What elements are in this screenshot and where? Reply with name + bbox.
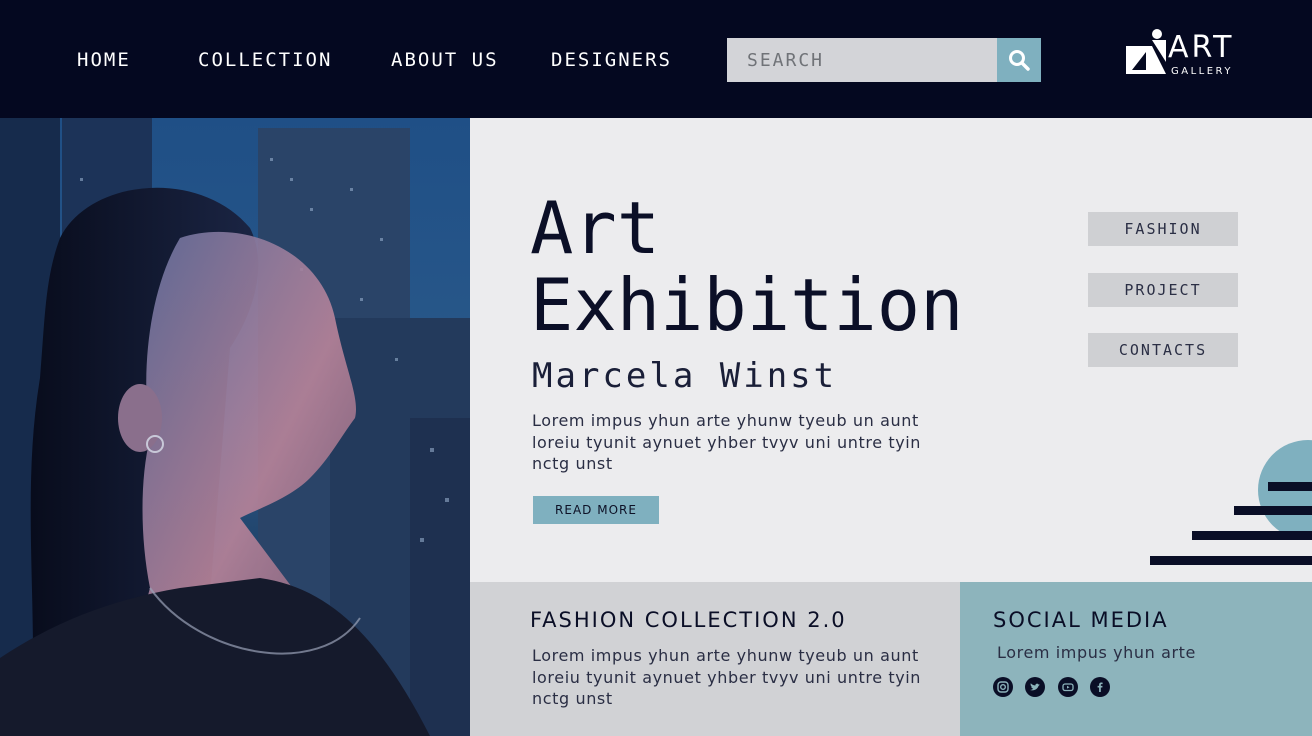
side-menu-project[interactable]: PROJECT [1088, 273, 1238, 307]
decorative-line [1268, 482, 1312, 491]
search-icon [1009, 50, 1030, 71]
fashion-collection-title: FASHION COLLECTION 2.0 [530, 608, 847, 632]
twitter-icon[interactable] [1025, 677, 1045, 697]
hero-title: Art Exhibition [530, 190, 963, 344]
logo-text: ART [1168, 30, 1235, 65]
decorative-line [1192, 531, 1312, 540]
hero-title-line-1: Art [530, 186, 661, 270]
facebook-icon[interactable] [1090, 677, 1110, 697]
logo-subtext: GALLERY [1171, 66, 1233, 77]
social-media-description: Lorem impus yhun arte [997, 643, 1196, 662]
nav-designers[interactable]: DESIGNERS [551, 49, 672, 71]
fashion-collection-description: Lorem impus yhun arte yhunw tyeub un aun… [532, 646, 922, 708]
instagram-icon[interactable] [993, 677, 1013, 697]
nav-about-us[interactable]: ABOUT US [391, 49, 499, 71]
social-media-title: SOCIAL MEDIA [993, 608, 1169, 632]
decorative-line [1234, 506, 1312, 515]
nav-home[interactable]: HOME [77, 49, 131, 71]
hero-title-line-2: Exhibition [530, 263, 964, 347]
search-input[interactable] [727, 38, 997, 82]
side-menu-contacts[interactable]: CONTACTS [1088, 333, 1238, 367]
search-button[interactable] [997, 38, 1041, 82]
top-navigation-bar: HOME COLLECTION ABOUT US DESIGNERS ART G… [0, 0, 1312, 118]
read-more-button[interactable]: READ MORE [533, 496, 659, 524]
hero-description: Lorem impus yhun arte yhunw tyeub un aun… [532, 411, 922, 473]
nav-collection[interactable]: COLLECTION [198, 49, 332, 71]
hero-subtitle: Marcela Winst [532, 356, 838, 396]
decorative-line [1150, 556, 1312, 565]
side-menu-fashion[interactable]: FASHION [1088, 212, 1238, 246]
youtube-icon[interactable] [1058, 677, 1078, 697]
hero-photo [0, 118, 470, 736]
